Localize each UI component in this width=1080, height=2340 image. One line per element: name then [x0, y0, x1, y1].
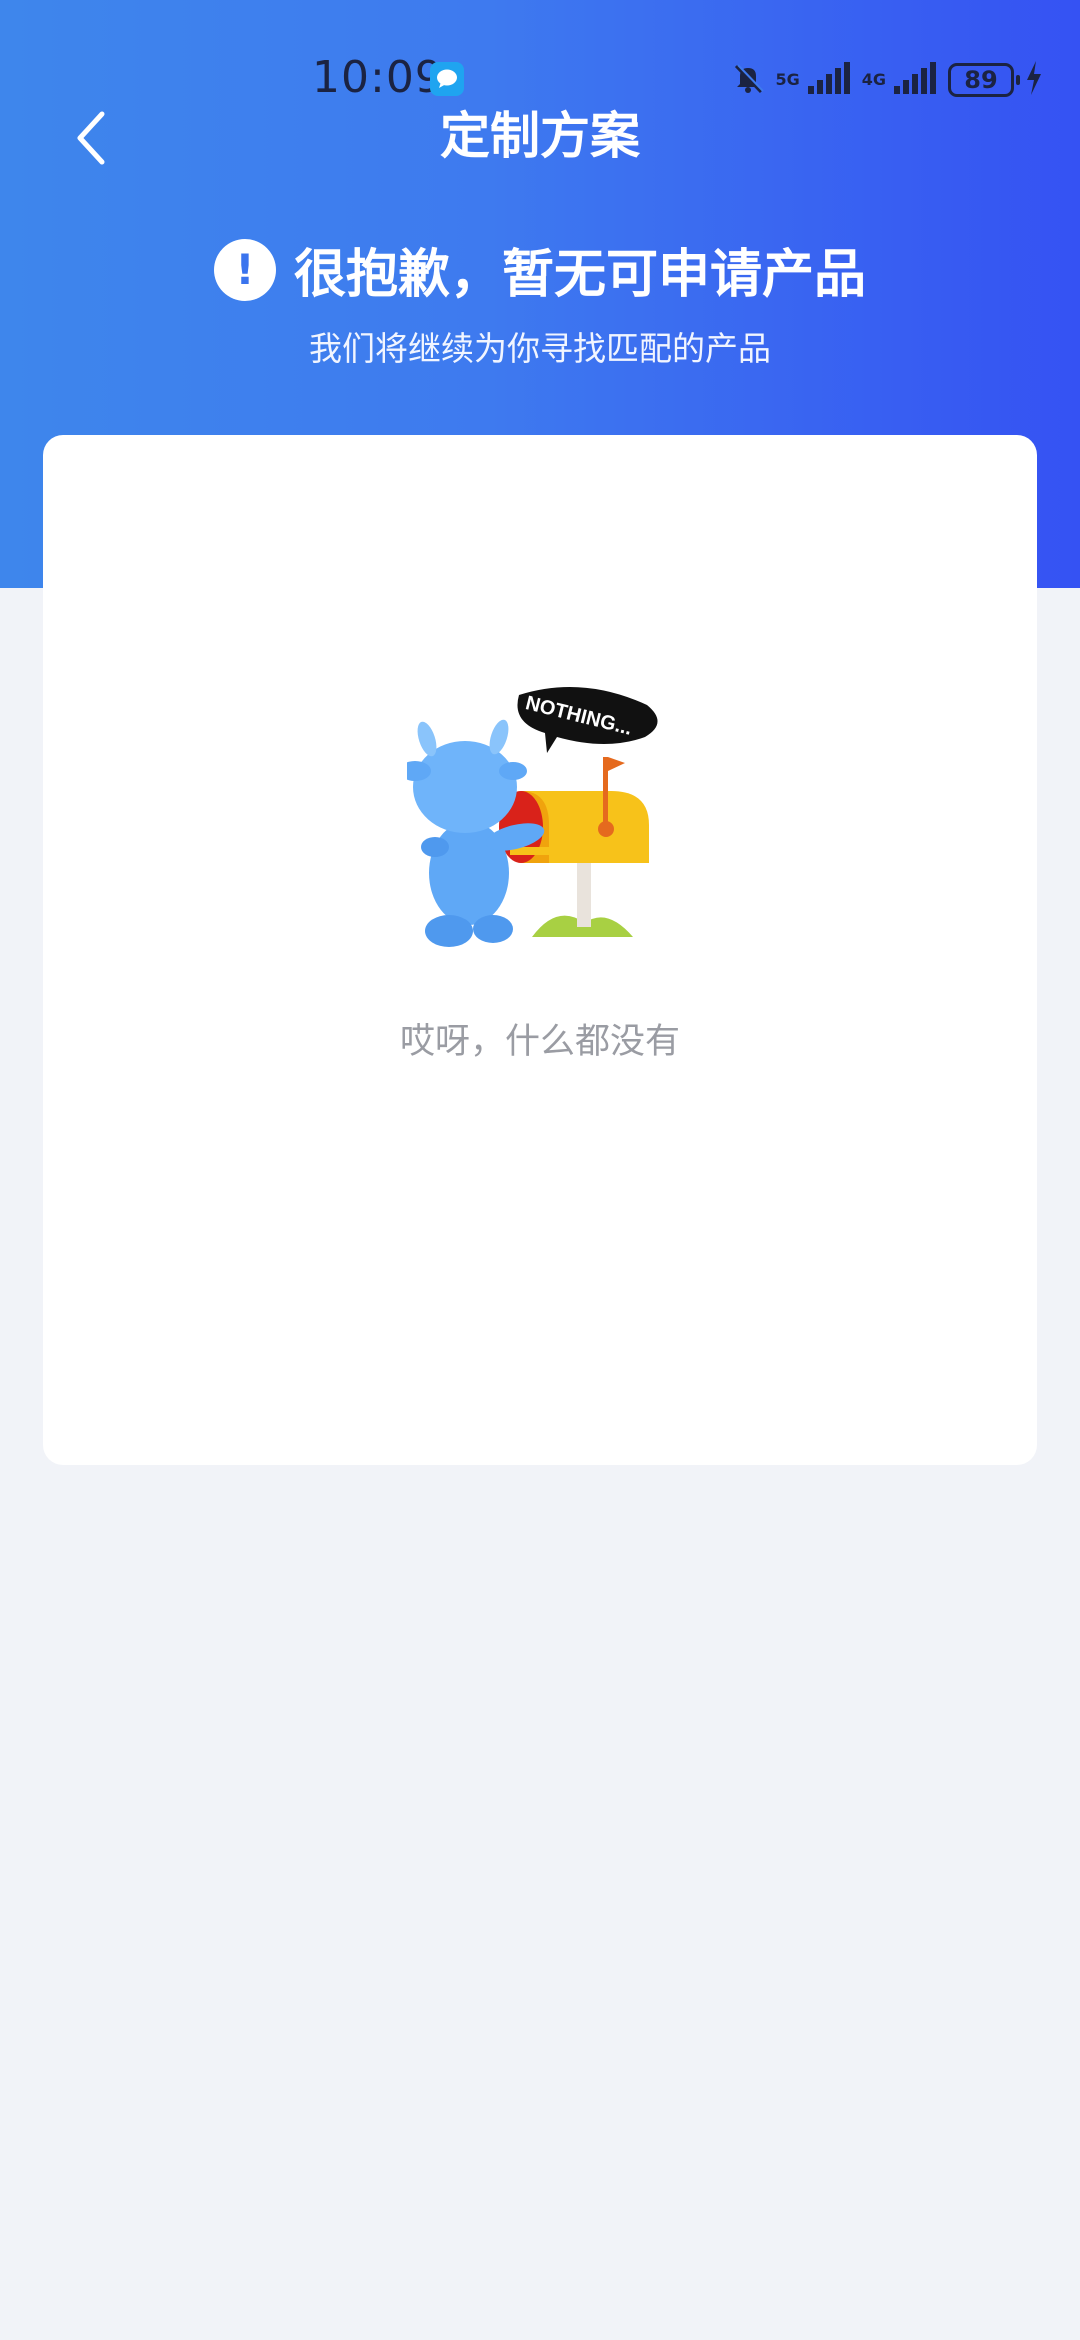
notice-title: 很抱歉，暂无可申请产品	[293, 245, 866, 305]
network-4g-label: 4G	[861, 70, 886, 89]
result-card: NOTHING... 哎呀，什么都没有	[43, 435, 1037, 1465]
battery-indicator: 89	[948, 63, 1020, 97]
notice-subtitle: 我们将继续为你寻找匹配的产品	[309, 329, 771, 368]
signal-5g-icon	[806, 60, 852, 100]
empty-state-illustration: NOTHING...	[399, 675, 717, 965]
status-time: 10:09	[312, 52, 444, 103]
charging-bolt-icon	[1024, 60, 1044, 100]
status-icons: 5G 4G 89	[731, 58, 1044, 102]
notice-header: ! 很抱歉，暂无可申请产品	[0, 232, 1080, 307]
page-title: 定制方案	[440, 107, 640, 165]
chat-notification-icon	[430, 62, 464, 96]
speech-bubble-icon: NOTHING...	[517, 687, 658, 753]
calf-mascot-icon	[399, 719, 545, 947]
mute-bell-icon	[731, 61, 765, 99]
battery-level: 89	[964, 66, 998, 94]
signal-4g-icon	[892, 60, 938, 100]
page: 10:09 5G 4G 89 定制方案 ! 很抱歉，暂无可申请产品 我们将继续为…	[0, 0, 1080, 2340]
network-5g-label: 5G	[775, 70, 800, 89]
exclamation-icon: !	[213, 238, 276, 301]
empty-state-message: 哎呀，什么都没有	[399, 1022, 680, 1062]
